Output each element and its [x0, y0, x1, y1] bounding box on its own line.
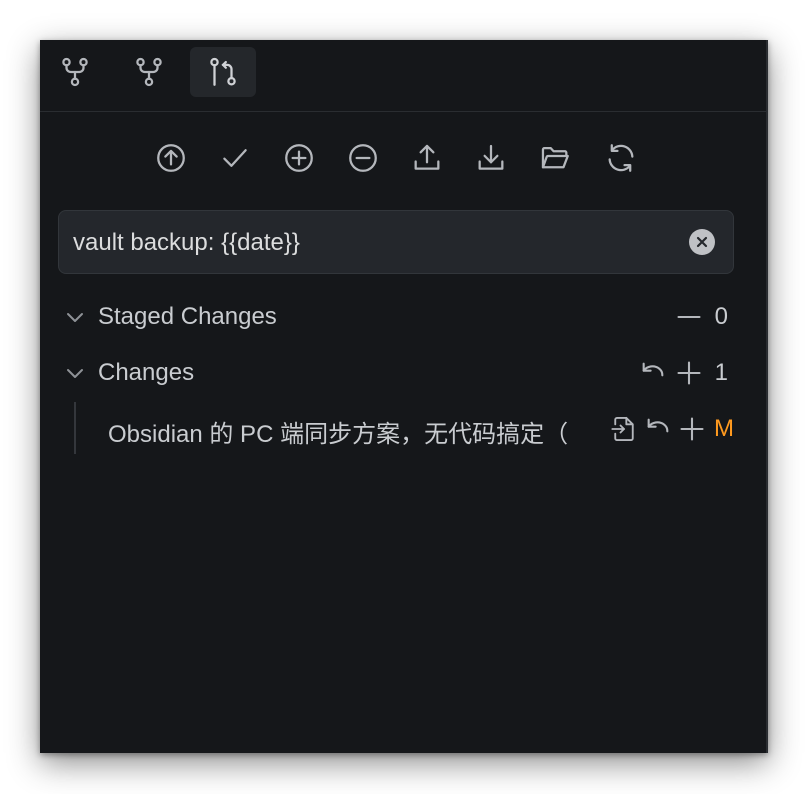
- source-control-branch-tab[interactable]: [42, 47, 108, 97]
- changes-actions: 1: [637, 357, 728, 389]
- staged-changes-title: Staged Changes: [98, 303, 277, 330]
- go-to-file-icon: [611, 416, 634, 442]
- file-status-badge: M: [714, 415, 734, 442]
- refresh-button[interactable]: [601, 138, 641, 178]
- discard-all-button[interactable]: [637, 357, 669, 389]
- commit-button[interactable]: [215, 138, 255, 178]
- staged-changes-header[interactable]: Staged Changes 0: [40, 295, 768, 339]
- stage-file-button[interactable]: [676, 413, 708, 445]
- minus-icon: [677, 315, 701, 319]
- clear-message-button[interactable]: [689, 229, 715, 255]
- clear-circle-icon: [696, 236, 708, 248]
- chevron-down-icon: [67, 369, 83, 378]
- refresh-icon: [608, 144, 634, 172]
- source-control-fork-tab[interactable]: [116, 47, 182, 97]
- download-button[interactable]: [471, 138, 511, 178]
- changed-file-row[interactable]: Obsidian 的 PC 端同步方案，无代码搞定（ M: [74, 402, 734, 454]
- source-control-tab[interactable]: [190, 47, 256, 97]
- unstage-all-icon: [349, 144, 377, 172]
- open-folder-button[interactable]: [535, 138, 575, 178]
- discard-file-button[interactable]: [642, 413, 674, 445]
- plus-icon: [677, 361, 701, 385]
- staged-changes-actions: 0: [673, 301, 728, 333]
- push-button[interactable]: [151, 138, 191, 178]
- changes-count: 1: [714, 359, 728, 386]
- unstage-all-button[interactable]: [343, 138, 383, 178]
- staged-count: 0: [714, 303, 728, 330]
- upload-icon: [414, 144, 440, 170]
- stage-all-changes-button[interactable]: [673, 357, 705, 389]
- changes-title: Changes: [98, 359, 195, 386]
- commit-message-box: [58, 210, 734, 275]
- changes-header[interactable]: Changes 1: [40, 351, 768, 395]
- git-pull-request-icon: [210, 57, 236, 86]
- upload-button[interactable]: [407, 138, 447, 178]
- plus-icon: [680, 417, 704, 441]
- commit-check-icon: [223, 149, 247, 167]
- push-icon: [157, 144, 185, 172]
- download-icon: [478, 144, 504, 170]
- folder-open-icon: [541, 146, 569, 169]
- git-source-control-panel: Staged Changes 0 Changes: [40, 40, 768, 753]
- panel-tab-bar: [40, 40, 768, 112]
- chevron-down-icon: [67, 313, 83, 322]
- git-fork-icon: [62, 57, 88, 87]
- stage-all-button[interactable]: [279, 138, 319, 178]
- git-actions-toolbar: [40, 138, 768, 178]
- undo-icon: [647, 418, 669, 433]
- undo-icon: [642, 362, 664, 377]
- changed-file-name: Obsidian 的 PC 端同步方案，无代码搞定（: [108, 421, 569, 448]
- tree-indent-line: [74, 402, 76, 454]
- unstage-all-staged-button[interactable]: [673, 301, 705, 333]
- git-fork-icon: [136, 57, 162, 87]
- stage-all-icon: [285, 144, 313, 172]
- open-file-button[interactable]: [608, 413, 640, 445]
- file-actions: M: [608, 412, 734, 446]
- commit-message-input[interactable]: [71, 211, 675, 275]
